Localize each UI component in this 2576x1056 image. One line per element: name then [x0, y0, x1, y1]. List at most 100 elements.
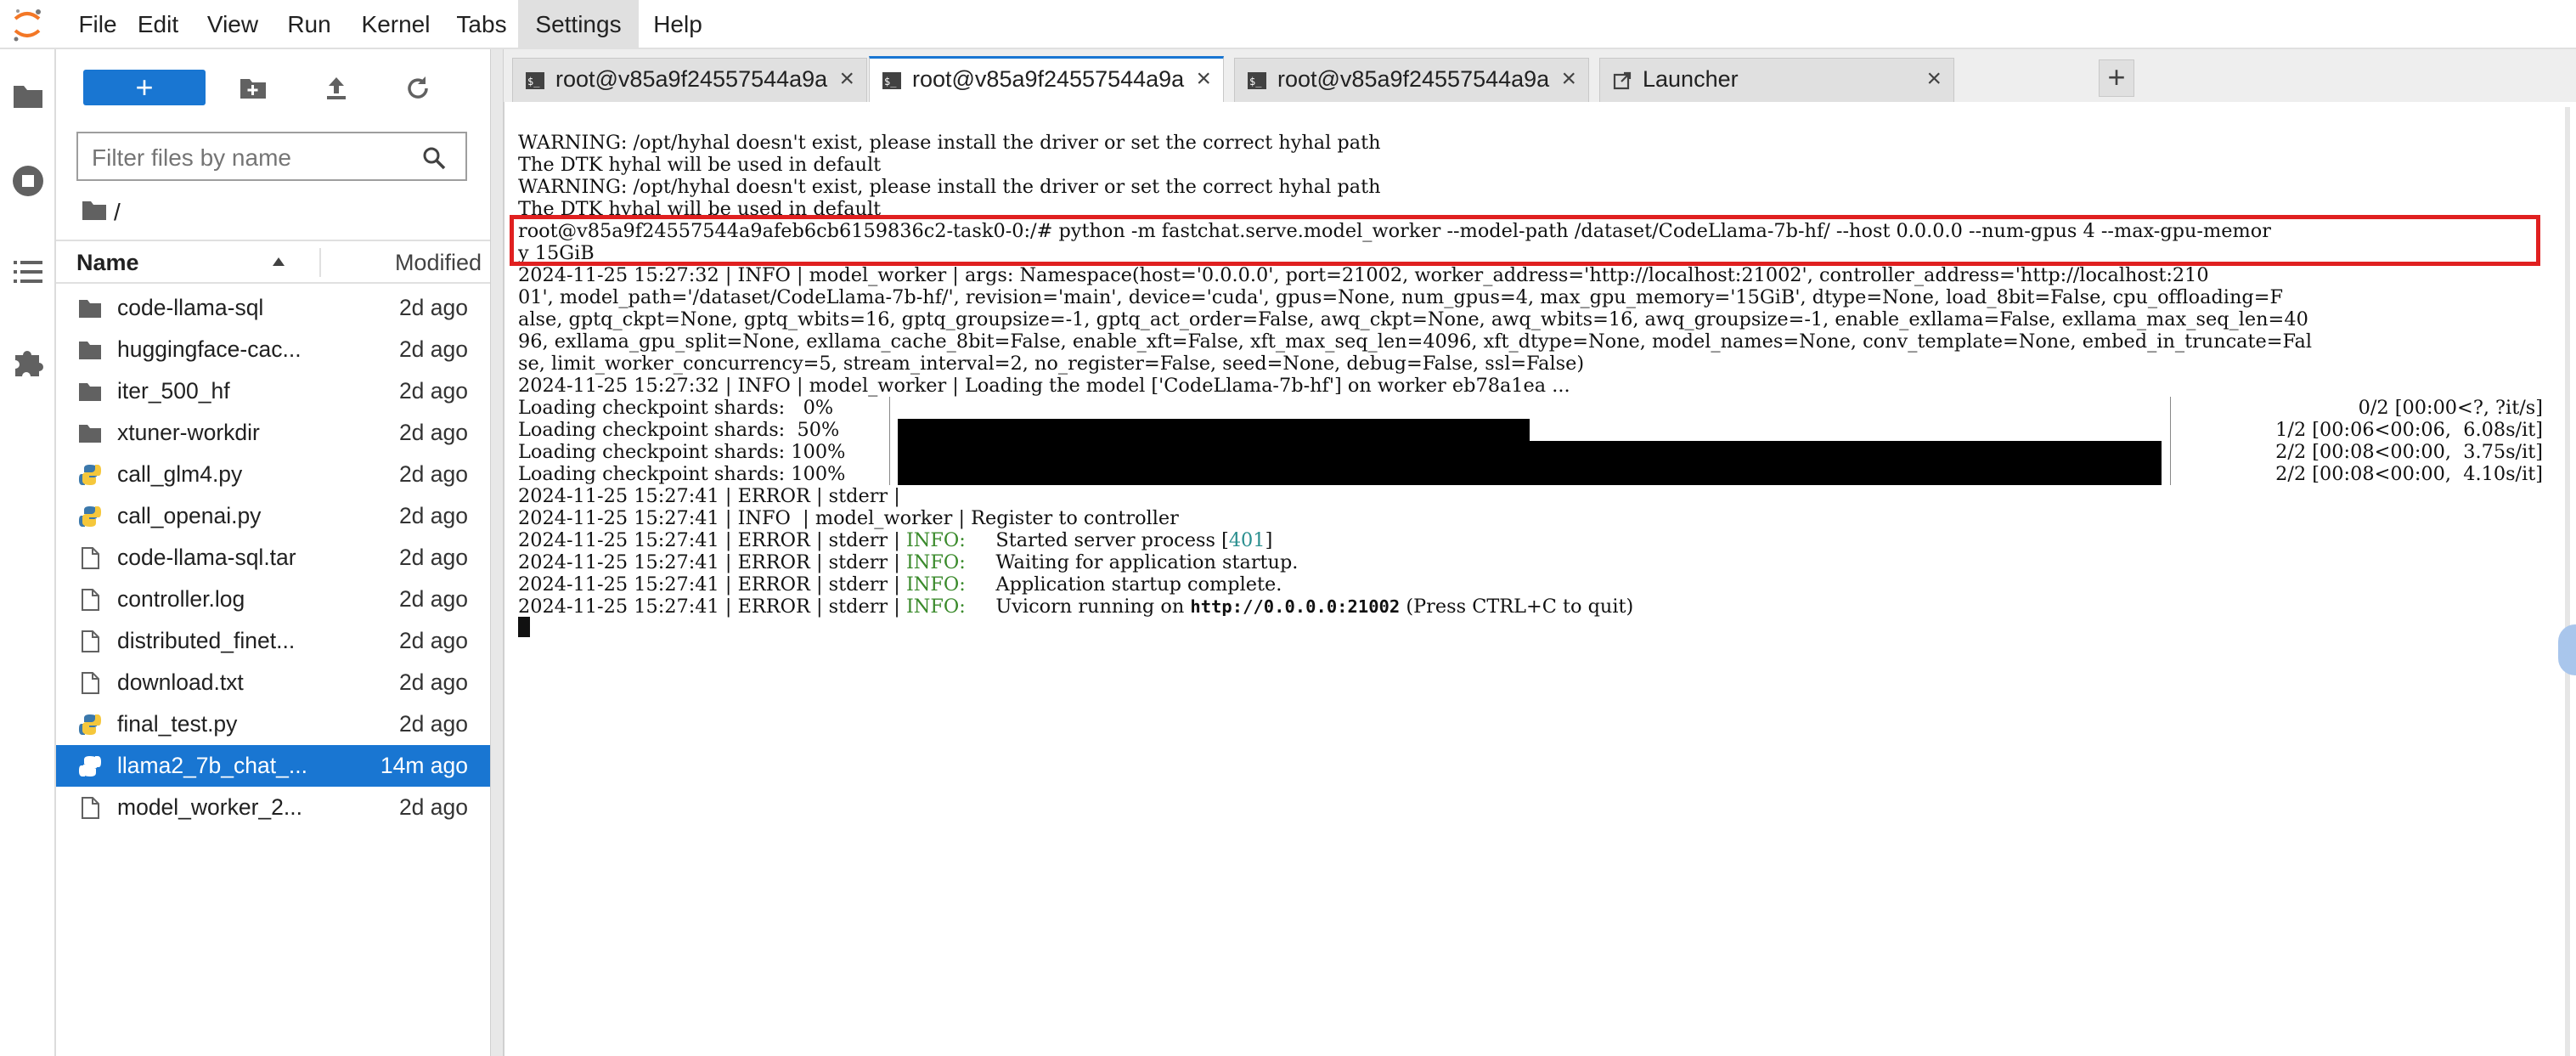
- terminal-line: 2024-11-25 15:27:32 | INFO | model_worke…: [518, 264, 2209, 286]
- file-modified: 2d ago: [398, 628, 468, 653]
- terminal-line: 2024-11-25 15:27:32 | INFO | model_worke…: [518, 375, 1570, 397]
- log-tag: INFO:: [905, 596, 966, 618]
- breadcrumb-root[interactable]: /: [114, 195, 121, 229]
- tab-launcher[interactable]: Launcher ×: [1599, 58, 1954, 102]
- server-url[interactable]: http://0.0.0.0:21002: [1190, 596, 1400, 617]
- close-icon[interactable]: ×: [839, 59, 854, 99]
- folder-row[interactable]: xtuner-workdir 2d ago: [56, 412, 490, 454]
- log-source: stderr: [828, 485, 888, 507]
- log-separator: |: [815, 551, 823, 573]
- terminal-scrollbar[interactable]: [2565, 107, 2570, 1056]
- progress-stats: 1/2 [00:06<00:06, 6.08s/it]: [2275, 419, 2543, 441]
- log-source: stderr: [828, 529, 888, 551]
- log-level: ERROR: [737, 596, 810, 618]
- folder-row[interactable]: huggingface-cac... 2d ago: [56, 329, 490, 370]
- log-timestamp: 2024-11-25 15:27:41: [518, 551, 719, 573]
- new-launcher-button[interactable]: +: [83, 70, 206, 105]
- log-line: 2024-11-25 15:27:41 | ERROR | stderr | I…: [518, 573, 1282, 596]
- terminal-line: WARNING: /opt/hyhal doesn't exist, pleas…: [518, 132, 1381, 154]
- progress-label: Loading checkpoint shards: 0%: [518, 397, 834, 419]
- tab-label: root@v85a9f24557544a9a: [1277, 66, 1550, 92]
- file-icon: [82, 589, 99, 611]
- file-row[interactable]: distributed_finet... 2d ago: [56, 620, 490, 662]
- search-icon[interactable]: [421, 145, 447, 171]
- file-icon: [82, 547, 99, 569]
- folder-icon[interactable]: [11, 79, 45, 113]
- menu-kernel[interactable]: Kernel: [357, 0, 435, 48]
- file-row[interactable]: controller.log 2d ago: [56, 579, 490, 620]
- close-icon[interactable]: ×: [1926, 59, 1942, 99]
- panel-splitter[interactable]: [490, 49, 504, 1056]
- menu-settings[interactable]: Settings: [518, 0, 639, 48]
- folder-row[interactable]: iter_500_hf 2d ago: [56, 370, 490, 412]
- menu-run[interactable]: Run: [283, 0, 335, 48]
- menu-help[interactable]: Help: [647, 0, 708, 48]
- log-separator: |: [815, 573, 823, 596]
- file-name: call_glm4.py: [117, 461, 243, 487]
- extension-icon[interactable]: [11, 345, 45, 379]
- progress-bar-edge: [889, 397, 890, 419]
- log-message: Application startup complete.: [995, 573, 1282, 596]
- column-modified-header[interactable]: Modified: [395, 241, 482, 284]
- menu-view[interactable]: View: [202, 0, 263, 48]
- menu-tabs[interactable]: Tabs: [452, 0, 511, 48]
- progress-bar-edge: [2170, 441, 2171, 463]
- log-level: ERROR: [737, 573, 810, 596]
- file-filter-box: [76, 132, 467, 181]
- folder-row[interactable]: code-llama-sql 2d ago: [56, 287, 490, 329]
- log-message-tail: ]: [1265, 529, 1273, 551]
- log-timestamp: 2024-11-25 15:27:41: [518, 507, 719, 529]
- file-name: model_worker_2...: [117, 794, 302, 820]
- add-tab-button[interactable]: +: [2099, 59, 2134, 97]
- file-row[interactable]: model_worker_2... 2d ago: [56, 787, 490, 828]
- file-row[interactable]: call_glm4.py 2d ago: [56, 454, 490, 495]
- log-source: stderr: [828, 596, 888, 618]
- column-divider[interactable]: [319, 248, 321, 277]
- menu-file[interactable]: File: [71, 0, 124, 48]
- close-icon[interactable]: ×: [1196, 59, 1211, 99]
- file-modified: 2d ago: [398, 461, 468, 487]
- close-icon[interactable]: ×: [1561, 59, 1576, 99]
- log-tag: INFO:: [905, 573, 966, 596]
- progress-stats: 2/2 [00:08<00:00, 3.75s/it]: [2275, 441, 2543, 463]
- refresh-icon[interactable]: [403, 73, 433, 104]
- column-name-header[interactable]: Name: [76, 241, 139, 284]
- svg-text:$_: $_: [527, 76, 540, 88]
- terminal-icon: $_: [882, 72, 901, 89]
- file-filter-input[interactable]: [90, 140, 416, 176]
- log-timestamp: 2024-11-25 15:27:41: [518, 573, 719, 596]
- progress-label: Loading checkpoint shards: 100%: [518, 463, 846, 485]
- file-name: controller.log: [117, 586, 245, 612]
- file-row[interactable]: call_openai.py 2d ago: [56, 495, 490, 537]
- floating-edge-button[interactable]: [2558, 624, 2576, 675]
- upload-icon[interactable]: [321, 73, 352, 104]
- sort-ascending-icon[interactable]: [272, 257, 285, 267]
- terminal-icon: $_: [1248, 72, 1266, 89]
- command-highlight-box: [510, 215, 2540, 266]
- log-separator: |: [815, 529, 823, 551]
- file-row[interactable]: download.txt 2d ago: [56, 662, 490, 703]
- process-id: 401: [1228, 529, 1265, 551]
- tab-terminal-2[interactable]: $_ root@v85a9f24557544a9a ×: [869, 56, 1224, 102]
- tab-terminal-1[interactable]: $_ root@v85a9f24557544a9a ×: [512, 58, 867, 102]
- file-row[interactable]: final_test.py 2d ago: [56, 703, 490, 745]
- python-file-icon: [79, 756, 101, 776]
- log-message: Started server process [: [995, 529, 1229, 551]
- folder-icon[interactable]: [82, 199, 107, 221]
- running-icon[interactable]: [11, 164, 45, 198]
- terminal-line: WARNING: /opt/hyhal doesn't exist, pleas…: [518, 176, 1381, 198]
- tab-terminal-3[interactable]: $_ root@v85a9f24557544a9a ×: [1234, 58, 1589, 102]
- file-row[interactable]: llama2_7b_chat_... 14m ago: [56, 745, 490, 787]
- terminal-line: alse, gptq_ckpt=None, gptq_wbits=16, gpt…: [518, 308, 2308, 330]
- file-modified: 2d ago: [398, 420, 468, 445]
- terminal-line: 01', model_path='/dataset/CodeLlama-7b-h…: [518, 286, 2283, 308]
- progress-bar-edge: [2170, 463, 2171, 485]
- folder-icon: [79, 342, 101, 359]
- menu-edit[interactable]: Edit: [132, 0, 183, 48]
- file-row[interactable]: code-llama-sql.tar 2d ago: [56, 537, 490, 579]
- file-modified: 2d ago: [398, 295, 468, 320]
- python-file-icon: [79, 465, 101, 485]
- log-message: Uvicorn running on: [995, 596, 1191, 618]
- new-folder-icon[interactable]: [238, 73, 268, 104]
- table-of-contents-icon[interactable]: [11, 255, 45, 289]
